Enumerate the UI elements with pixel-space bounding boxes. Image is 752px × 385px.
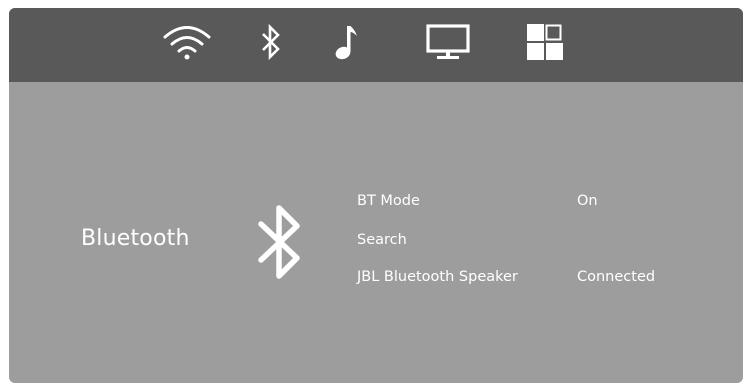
option-device-status: Connected [577,269,656,285]
option-device-jbl[interactable]: JBL Bluetooth Speaker [357,269,518,285]
bluetooth-large-icon-wrapper [255,202,307,286]
monitor-icon [426,24,470,59]
tab-apps[interactable] [525,20,565,64]
grid-icon [527,24,563,60]
option-bt-mode[interactable]: BT Mode [357,193,420,209]
option-search[interactable]: Search [357,232,407,248]
category-tab-bar [9,8,743,82]
bluetooth-icon [258,205,300,279]
option-bt-mode-value: On [577,193,598,209]
tab-bluetooth[interactable] [257,20,285,64]
settings-screen: Bluetooth BT Mode On Search JBL Bluetoot… [9,8,743,383]
bluetooth-icon [262,24,280,60]
music-note-icon [335,26,357,60]
wifi-icon [163,26,211,60]
tab-music[interactable] [331,20,361,64]
section-title: Bluetooth [81,226,190,251]
tab-wifi[interactable] [161,20,213,64]
tab-display[interactable] [423,20,473,64]
